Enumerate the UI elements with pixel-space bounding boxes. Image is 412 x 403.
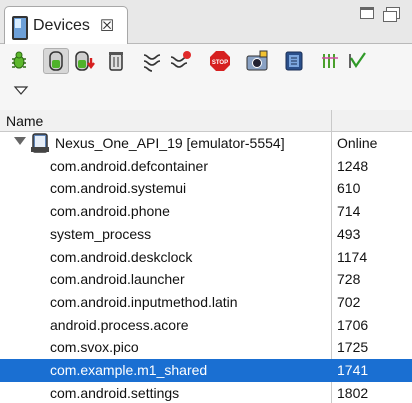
process-row[interactable]: android.process.acore 1706 (0, 314, 412, 337)
capture-gl-frames-icon[interactable] (318, 48, 344, 74)
dump-hprof-icon[interactable] (73, 48, 99, 74)
process-pid: 493 (337, 225, 361, 242)
process-row[interactable]: com.android.settings 1802 (0, 382, 412, 403)
process-name: system_process (50, 225, 152, 242)
debug-icon[interactable] (6, 48, 32, 74)
screen-capture-icon[interactable] (244, 48, 270, 74)
start-method-profiling-icon[interactable] (168, 48, 194, 74)
process-row[interactable]: com.android.inputmethod.latin 702 (0, 291, 412, 314)
process-row[interactable]: com.android.deskclock 1174 (0, 246, 412, 269)
process-name: com.android.defcontainer (50, 157, 208, 174)
process-pid: 1174 (337, 248, 368, 265)
device-name: Nexus_One_API_19 [emulator-5554] (55, 135, 285, 151)
update-heap-icon[interactable] (43, 48, 69, 74)
process-row[interactable]: system_process 493 (0, 223, 412, 246)
column-header-name[interactable]: Name (6, 113, 43, 129)
process-row[interactable]: com.example.m1_shared 1741 (0, 359, 412, 382)
process-name: com.svox.pico (50, 339, 139, 356)
process-pid: 702 (337, 293, 361, 310)
process-pid: 1248 (337, 157, 369, 174)
process-pid: 1802 (337, 384, 369, 401)
process-pid: 610 (337, 180, 361, 197)
toolbar: STOP (0, 44, 412, 110)
stop-process-icon[interactable]: STOP (207, 48, 233, 74)
device-status: Online (337, 135, 378, 151)
window-controls (360, 7, 400, 22)
update-threads-icon[interactable] (140, 48, 166, 74)
device-phone-icon (11, 15, 28, 40)
emulator-device-icon (30, 133, 50, 156)
process-pid: 1725 (337, 339, 369, 356)
process-row[interactable]: com.android.launcher 728 (0, 268, 412, 291)
device-process-list: Nexus_One_API_19 [emulator-5554] Online … (0, 132, 412, 403)
process-name: com.android.settings (50, 384, 180, 401)
device-row[interactable]: Nexus_One_API_19 [emulator-5554] Online (0, 132, 412, 155)
process-pid: 728 (337, 271, 361, 288)
process-name: com.android.inputmethod.latin (50, 293, 238, 310)
process-name: android.process.acore (50, 316, 189, 333)
tab-devices-label: Devices (33, 16, 90, 34)
process-name: com.android.phone (50, 203, 170, 220)
close-icon[interactable]: ☒ (100, 16, 114, 36)
column-header: Name (0, 110, 412, 132)
process-row[interactable]: com.android.phone 714 (0, 200, 412, 223)
maximize-icon[interactable] (383, 7, 400, 22)
process-row[interactable]: com.android.systemui 610 (0, 177, 412, 200)
process-row[interactable]: com.svox.pico 1725 (0, 336, 412, 359)
cause-gc-icon[interactable] (103, 48, 129, 74)
process-name: com.example.m1_shared (50, 362, 208, 378)
process-pid: 1706 (337, 316, 369, 333)
dump-view-hierarchy-icon[interactable] (281, 48, 307, 74)
process-name: com.android.systemui (50, 180, 187, 197)
view-menu-icon[interactable] (8, 78, 34, 104)
minimize-icon[interactable] (360, 7, 374, 19)
process-pid: 714 (337, 203, 361, 220)
process-row[interactable]: com.android.defcontainer 1248 (0, 155, 412, 178)
svg-text:STOP: STOP (212, 60, 228, 66)
process-pid: 1741 (337, 362, 369, 378)
tab-devices[interactable]: Devices ☒ (4, 6, 128, 44)
process-name: com.android.deskclock (50, 248, 193, 265)
expand-triangle-icon[interactable] (14, 137, 26, 145)
systrace-icon[interactable] (345, 48, 371, 74)
process-name: com.android.launcher (50, 271, 185, 288)
view-tab-bar: Devices ☒ (0, 0, 412, 44)
